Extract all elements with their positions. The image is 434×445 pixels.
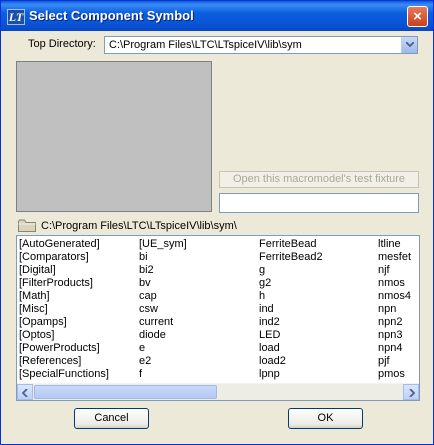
list-item[interactable]: nmos4 <box>378 290 411 303</box>
list-item[interactable]: [SpecialFunctions] <box>19 368 109 381</box>
symbol-preview-pane <box>16 61 212 212</box>
list-item[interactable]: npn3 <box>378 329 411 342</box>
list-item[interactable]: npn2 <box>378 316 411 329</box>
list-item[interactable]: bv <box>139 277 187 290</box>
ok-button[interactable]: OK <box>288 408 363 429</box>
list-item[interactable]: load <box>259 342 323 355</box>
list-column: ltline mesfet njf nmos nmos4 npn npn2 np… <box>378 238 411 381</box>
scroll-left-button[interactable] <box>17 384 33 400</box>
list-item[interactable]: bi2 <box>139 264 187 277</box>
list-item[interactable]: njf <box>378 264 411 277</box>
list-item[interactable]: [UE_sym] <box>139 238 187 251</box>
symbol-search-input[interactable] <box>219 193 419 213</box>
list-item[interactable]: ind <box>259 303 323 316</box>
open-test-fixture-button[interactable]: Open this macromodel's test fixture <box>219 171 419 188</box>
list-item[interactable]: ltline <box>378 238 411 251</box>
list-item[interactable]: f <box>139 368 187 381</box>
close-button[interactable]: × <box>407 6 428 27</box>
list-item[interactable]: [AutoGenerated] <box>19 238 109 251</box>
symbol-list[interactable]: [AutoGenerated] [Comparators] [Digital] … <box>16 235 420 401</box>
list-item[interactable]: current <box>139 316 187 329</box>
list-item[interactable]: [Math] <box>19 290 109 303</box>
window-title: Select Component Symbol <box>29 8 194 23</box>
list-item[interactable]: [FilterProducts] <box>19 277 109 290</box>
list-item[interactable]: [Comparators] <box>19 251 109 264</box>
ltspice-app-icon: LT <box>7 9 25 25</box>
list-item[interactable]: npn <box>378 303 411 316</box>
list-item[interactable]: e <box>139 342 187 355</box>
list-item[interactable]: FerriteBead2 <box>259 251 323 264</box>
list-item[interactable]: [PowerProducts] <box>19 342 109 355</box>
list-item[interactable]: [Optos] <box>19 329 109 342</box>
top-directory-label: Top Directory: <box>28 38 96 50</box>
list-item[interactable]: g <box>259 264 323 277</box>
list-item[interactable]: pjf <box>378 355 411 368</box>
list-item[interactable]: npn4 <box>378 342 411 355</box>
list-item[interactable]: [References] <box>19 355 109 368</box>
list-item[interactable]: FerriteBead <box>259 238 323 251</box>
list-item[interactable]: [Misc] <box>19 303 109 316</box>
top-directory-dropdown[interactable]: C:\Program Files\LTC\LTspiceIV\lib\sym <box>104 36 418 54</box>
list-item[interactable]: h <box>259 290 323 303</box>
list-item[interactable]: mesfet <box>378 251 411 264</box>
list-item[interactable]: e2 <box>139 355 187 368</box>
list-item[interactable]: csw <box>139 303 187 316</box>
list-column: [UE_sym] bi bi2 bv cap csw current diode… <box>139 238 187 381</box>
list-item[interactable]: lpnp <box>259 368 323 381</box>
list-item[interactable]: pmos <box>378 368 411 381</box>
list-item[interactable]: [Digital] <box>19 264 109 277</box>
list-item[interactable]: cap <box>139 290 187 303</box>
horizontal-scrollbar[interactable] <box>17 383 419 400</box>
cancel-button[interactable]: Cancel <box>74 408 149 429</box>
chevron-left-icon <box>22 389 28 397</box>
chevron-right-icon <box>409 389 415 397</box>
list-item[interactable]: bi <box>139 251 187 264</box>
list-item[interactable]: ind2 <box>259 316 323 329</box>
folder-icon <box>18 219 36 232</box>
chevron-down-icon[interactable] <box>401 37 417 53</box>
list-item[interactable]: [Opamps] <box>19 316 109 329</box>
list-item[interactable]: g2 <box>259 277 323 290</box>
scroll-right-button[interactable] <box>403 384 419 400</box>
title-bar[interactable]: LT Select Component Symbol × <box>1 1 433 31</box>
current-path-label: C:\Program Files\LTC\LTspiceIV\lib\sym\ <box>41 220 237 232</box>
scrollbar-thumb[interactable] <box>34 385 217 399</box>
list-item[interactable]: LED <box>259 329 323 342</box>
list-item[interactable]: load2 <box>259 355 323 368</box>
select-component-symbol-dialog: LT Select Component Symbol × Top Directo… <box>0 0 434 445</box>
list-item[interactable]: diode <box>139 329 187 342</box>
list-column: FerriteBead FerriteBead2 g g2 h ind ind2… <box>259 238 323 381</box>
list-item[interactable]: nmos <box>378 277 411 290</box>
list-column: [AutoGenerated] [Comparators] [Digital] … <box>19 238 109 381</box>
top-directory-value: C:\Program Files\LTC\LTspiceIV\lib\sym <box>109 39 302 51</box>
